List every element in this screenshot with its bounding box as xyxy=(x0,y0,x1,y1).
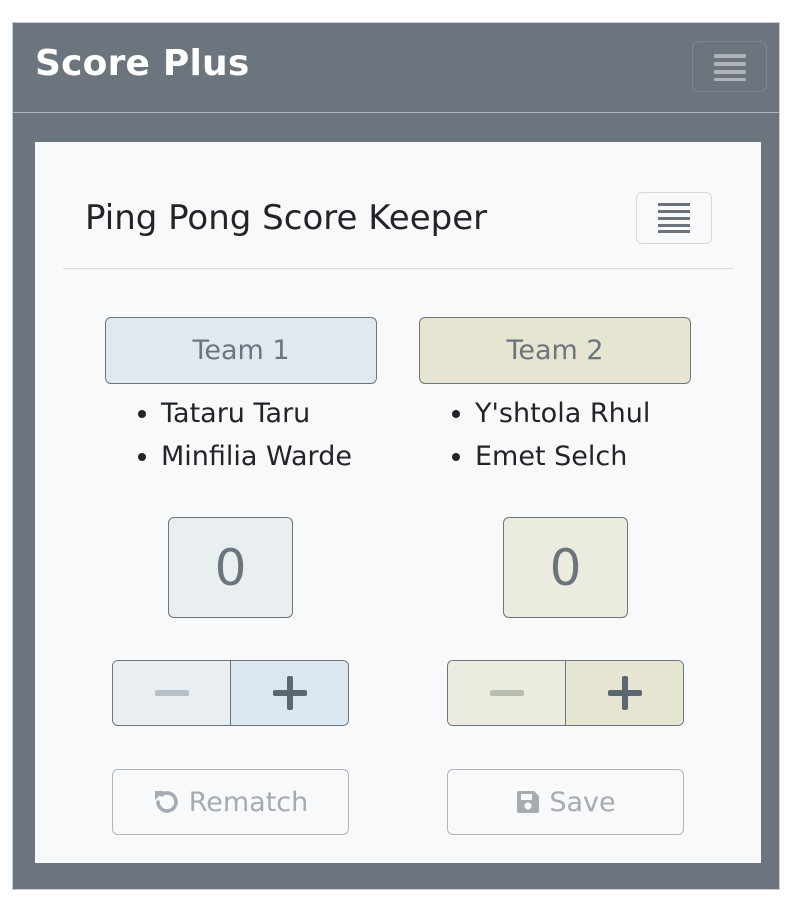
floppy-disk-icon xyxy=(515,789,541,815)
team-2-player-list: Y'shtola Rhul Emet Selch xyxy=(419,392,691,478)
save-button[interactable]: Save xyxy=(447,769,684,835)
team-2-decrement-button[interactable] xyxy=(448,661,566,725)
list-item: Tataru Taru xyxy=(161,392,377,435)
card-menu-button[interactable] xyxy=(636,192,712,244)
app-window: Score Plus Ping Pong Score Keeper Team 1… xyxy=(12,22,780,890)
team-1-decrement-button[interactable] xyxy=(113,661,231,725)
team-2-increment-button[interactable] xyxy=(566,661,683,725)
list-icon xyxy=(658,203,690,233)
navbar: Score Plus xyxy=(13,23,779,113)
plus-icon xyxy=(607,676,642,710)
list-item: Y'shtola Rhul xyxy=(475,392,691,435)
team-2-column: Team 2 Y'shtola Rhul Emet Selch 0 xyxy=(419,317,691,835)
team-2-button[interactable]: Team 2 xyxy=(419,317,691,384)
team-1-score-stepper xyxy=(112,660,349,726)
score-card: Ping Pong Score Keeper Team 1 Tataru Tar… xyxy=(35,142,761,863)
navbar-toggle-button[interactable] xyxy=(692,41,767,92)
team-2-score-stepper xyxy=(447,660,684,726)
team-2-score: 0 xyxy=(503,517,628,618)
team-1-increment-button[interactable] xyxy=(231,661,348,725)
save-label: Save xyxy=(549,786,616,818)
rematch-button[interactable]: Rematch xyxy=(112,769,349,835)
team-1-player-list: Tataru Taru Minfilia Warde xyxy=(105,392,377,478)
undo-icon xyxy=(153,788,181,816)
minus-icon xyxy=(489,690,524,696)
list-item: Emet Selch xyxy=(475,435,691,478)
minus-icon xyxy=(154,690,189,696)
team-1-column: Team 1 Tataru Taru Minfilia Warde 0 xyxy=(105,317,377,835)
card-header: Ping Pong Score Keeper xyxy=(63,142,733,269)
rematch-label: Rematch xyxy=(188,786,309,818)
card-title: Ping Pong Score Keeper xyxy=(85,198,488,238)
brand-title[interactable]: Score Plus xyxy=(35,43,249,84)
team-1-score: 0 xyxy=(168,517,293,618)
list-item: Minfilia Warde xyxy=(161,435,377,478)
hamburger-icon xyxy=(713,53,746,81)
plus-icon xyxy=(272,676,307,710)
team-1-button[interactable]: Team 1 xyxy=(105,317,377,384)
